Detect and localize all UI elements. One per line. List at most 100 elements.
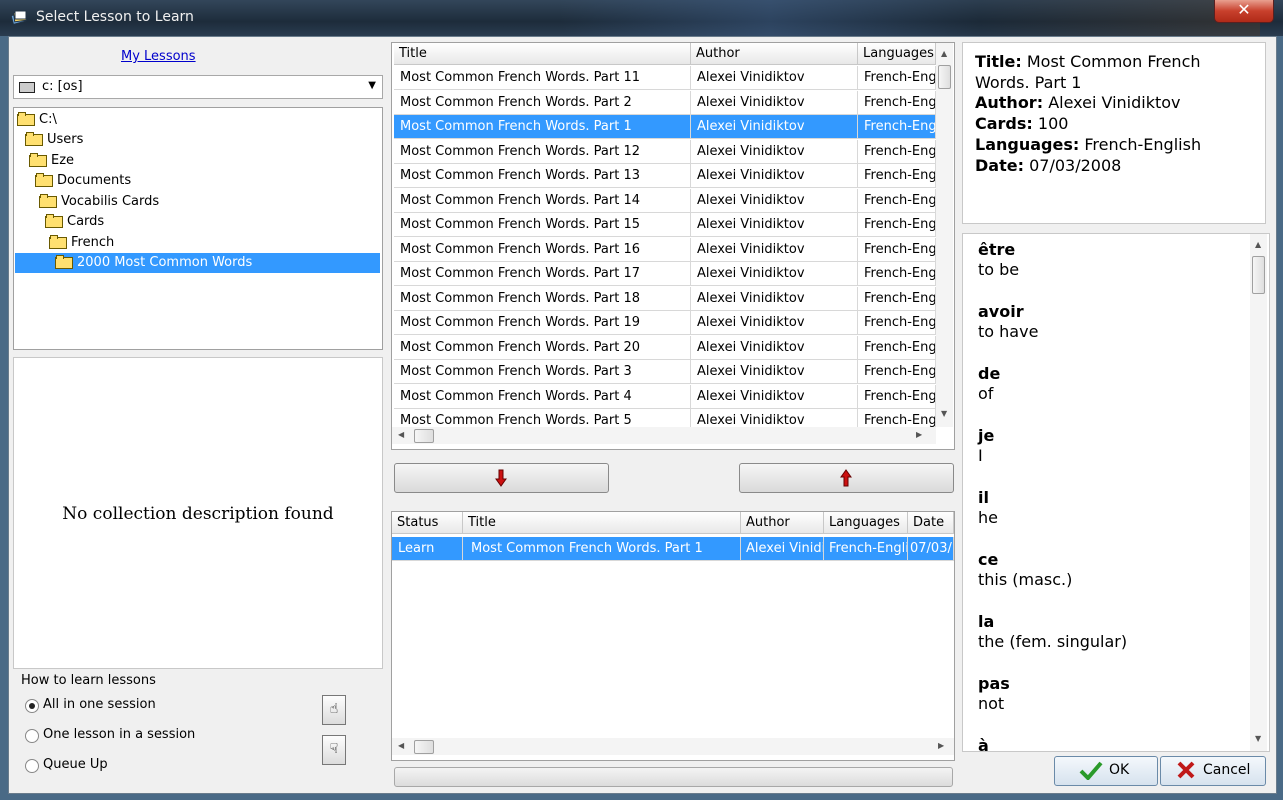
- lesson-cell-languages: French-Eng: [858, 115, 936, 139]
- lesson-cell-languages: French-Eng: [858, 384, 936, 409]
- column-header-languages[interactable]: Languages: [824, 512, 908, 534]
- scroll-left-icon[interactable]: ◀: [398, 430, 404, 439]
- word-entry: la the (fem. singular): [978, 612, 1127, 652]
- tree-item-label: Documents: [57, 173, 132, 188]
- info-author-value: Alexei Vinidiktov: [1048, 93, 1181, 113]
- scroll-down-icon[interactable]: ▼: [941, 409, 947, 418]
- folder-open-icon: [49, 235, 67, 249]
- queue-horizontal-scrollbar[interactable]: ◀ ▶: [392, 738, 954, 755]
- tree-item-2000-most-common-words[interactable]: 2000 Most Common Words: [15, 253, 380, 273]
- column-header-title[interactable]: Title: [394, 43, 691, 65]
- cancel-x-icon: [1177, 761, 1195, 779]
- tree-item-label: 2000 Most Common Words: [77, 255, 253, 270]
- tree-item-cards[interactable]: Cards: [45, 212, 104, 232]
- words-vertical-scrollbar[interactable]: ▲ ▼: [1250, 234, 1267, 751]
- lesson-cell-author: Alexei Vinidiktov: [691, 286, 858, 311]
- tree-item-eze[interactable]: Eze: [29, 151, 74, 171]
- word-french: il: [978, 488, 989, 507]
- column-header-title[interactable]: Title: [463, 512, 741, 534]
- folder-open-icon: [45, 214, 63, 228]
- cards-app-icon: [10, 10, 28, 25]
- word-entry: de of: [978, 364, 1000, 404]
- scroll-right-icon[interactable]: ▶: [938, 741, 944, 750]
- info-label: Title:: [975, 52, 1022, 71]
- lesson-cell-languages: French-Eng: [858, 188, 936, 213]
- word-french: pas: [978, 674, 1010, 693]
- learn-mode-title: How to learn lessons: [21, 673, 156, 688]
- dialog-client-area: My Lessons c: [os] ▼ C:\ Users Eze Docum…: [8, 36, 1277, 794]
- tree-item-users[interactable]: Users: [25, 130, 83, 150]
- word-entry: ce this (masc.): [978, 550, 1072, 590]
- info-languages-value: French-English: [1084, 134, 1202, 154]
- lessons-horizontal-scrollbar[interactable]: ◀ ▶: [392, 427, 936, 444]
- lessons-table[interactable]: Title Author Languages Most Common Frenc…: [391, 42, 955, 450]
- add-to-queue-button[interactable]: [394, 463, 609, 493]
- info-cards-value: 100: [1037, 114, 1069, 134]
- info-cards-line: Cards: 100: [975, 114, 1253, 135]
- column-header-author[interactable]: Author: [741, 512, 824, 534]
- radio-one-lesson-per-session[interactable]: [25, 729, 39, 743]
- learning-queue-table[interactable]: Status Title Author Languages Date Learn…: [391, 511, 955, 761]
- folder-tree[interactable]: C:\ Users Eze Documents Vocabilis Cards …: [13, 107, 383, 350]
- app-window: Select Lesson to Learn ✕ My Lessons c: […: [0, 0, 1283, 800]
- word-french: avoir: [978, 302, 1024, 321]
- lesson-cell-title: Most Common French Words. Part 16: [394, 237, 691, 262]
- lesson-cell-languages: French-Eng: [858, 139, 936, 164]
- chevron-down-icon: ▼: [368, 80, 376, 91]
- radio-label[interactable]: Queue Up: [43, 757, 108, 772]
- column-header-date[interactable]: Date: [908, 512, 954, 534]
- radio-label[interactable]: One lesson in a session: [43, 727, 195, 742]
- scroll-up-icon[interactable]: ▲: [1255, 240, 1261, 249]
- remove-from-queue-button[interactable]: [739, 463, 954, 493]
- lessons-vertical-scrollbar[interactable]: ▲ ▼: [936, 43, 953, 427]
- tree-item-documents[interactable]: Documents: [35, 171, 131, 191]
- lesson-cell-title: Most Common French Words. Part 12: [394, 139, 691, 164]
- lesson-cell-languages: French-Eng: [858, 90, 936, 115]
- lesson-cell-author: Alexei Vinidiktov: [691, 213, 858, 237]
- scroll-down-icon[interactable]: ▼: [1255, 734, 1261, 743]
- folder-open-icon: [55, 255, 73, 269]
- lesson-cell-languages: French-Eng: [858, 237, 936, 262]
- scrollbar-thumb[interactable]: [414, 429, 434, 443]
- lesson-cell-title: Most Common French Words. Part 4: [394, 384, 691, 409]
- radio-queue-up[interactable]: [25, 759, 39, 773]
- word-list-preview[interactable]: être to be avoir to have de of je Iil he ce this (…: [962, 233, 1270, 752]
- ok-button[interactable]: OK: [1054, 756, 1158, 786]
- tree-item-french[interactable]: French: [49, 233, 114, 253]
- lesson-cell-title: Most Common French Words. Part 20: [394, 335, 691, 360]
- word-french: à: [978, 736, 989, 752]
- scroll-up-icon[interactable]: ▲: [941, 49, 947, 58]
- lesson-cell-title: Most Common French Words. Part 11: [394, 66, 691, 90]
- scroll-right-icon[interactable]: ▶: [916, 430, 922, 439]
- drive-selector[interactable]: c: [os] ▼: [13, 75, 383, 99]
- radio-label[interactable]: All in one session: [43, 697, 156, 712]
- scroll-left-icon[interactable]: ◀: [398, 741, 404, 750]
- tree-item-c-drive[interactable]: C:\: [17, 110, 57, 130]
- tree-item-vocabilis-cards[interactable]: Vocabilis Cards: [39, 192, 159, 212]
- word-entry: je I: [978, 426, 994, 466]
- tree-item-label: French: [71, 235, 115, 250]
- folder-open-icon: [29, 153, 47, 167]
- column-header-author[interactable]: Author: [691, 43, 858, 65]
- hand-down-button[interactable]: ☟: [322, 735, 346, 765]
- radio-all-in-one-session[interactable]: [25, 699, 39, 713]
- column-header-languages[interactable]: Languages: [858, 43, 936, 65]
- collection-description: No collection description found: [62, 504, 334, 524]
- info-label: Date:: [975, 155, 1024, 175]
- my-lessons-link[interactable]: My Lessons: [121, 49, 196, 64]
- column-header-status[interactable]: Status: [392, 512, 463, 534]
- word-entry: à: [978, 736, 989, 752]
- scrollbar-thumb[interactable]: [938, 65, 951, 89]
- hand-up-button[interactable]: ☝: [322, 695, 346, 725]
- titlebar-background: [560, 0, 1260, 36]
- word-entry: pas not: [978, 674, 1010, 714]
- word-english: of: [978, 384, 994, 403]
- title-bar[interactable]: Select Lesson to Learn ✕: [0, 0, 1283, 36]
- lesson-cell-author: Alexei Vinidiktov: [691, 90, 858, 115]
- scrollbar-thumb[interactable]: [414, 740, 434, 754]
- lesson-info-panel: Title: Most Common French Words. Part 1 …: [962, 42, 1266, 224]
- cancel-button[interactable]: Cancel: [1160, 756, 1266, 786]
- close-button[interactable]: ✕: [1214, 0, 1274, 23]
- scrollbar-thumb[interactable]: [1252, 256, 1265, 294]
- lesson-cell-languages: French-Eng: [858, 262, 936, 286]
